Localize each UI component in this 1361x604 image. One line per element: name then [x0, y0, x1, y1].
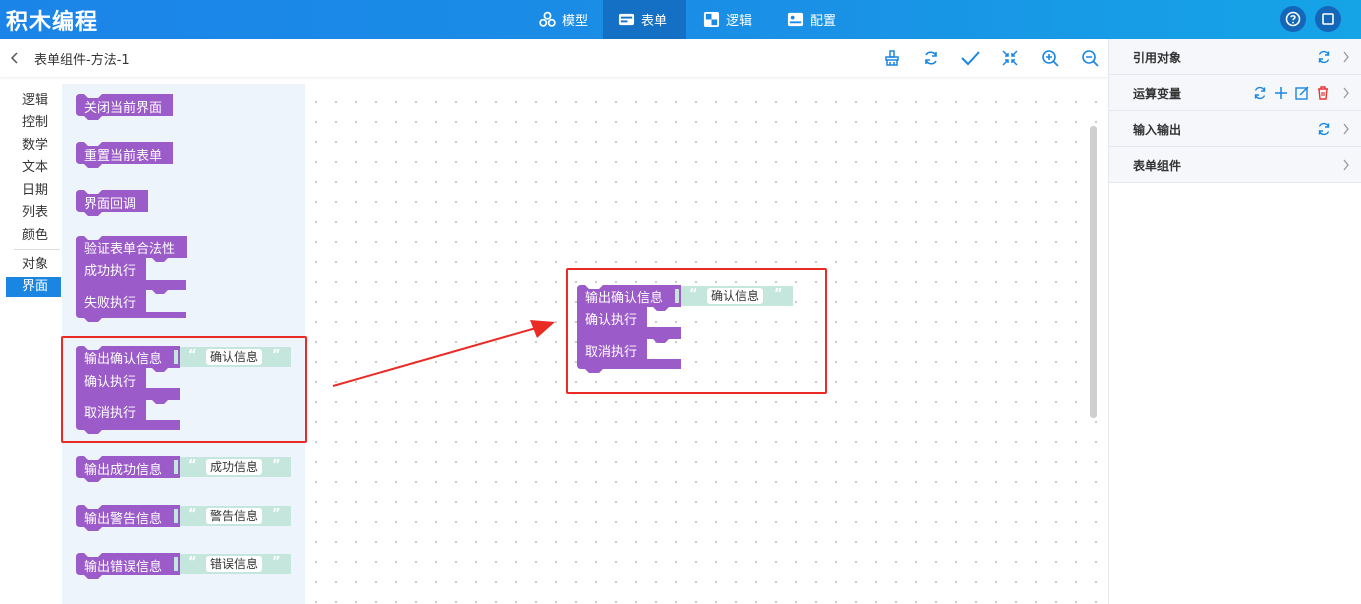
fullscreen-icon: [1322, 13, 1334, 25]
quote-close-icon: ”: [272, 507, 281, 522]
add-icon[interactable]: [1273, 85, 1289, 101]
panel-section-input-output[interactable]: 输入输出: [1109, 111, 1361, 147]
block-title: 输出警告信息: [84, 512, 163, 527]
chevron-right-icon: [1343, 159, 1349, 171]
center-icon[interactable]: [1000, 48, 1020, 68]
nav-tab-logic[interactable]: 逻辑: [688, 0, 767, 39]
block-input-label: 成功执行: [84, 264, 137, 279]
form-icon: [618, 13, 635, 26]
editor-toolbar: 表单组件-方法-1: [0, 39, 1108, 77]
string-value[interactable]: 错误信息: [206, 556, 263, 572]
delete-icon[interactable]: [1315, 85, 1331, 101]
clean-icon[interactable]: [882, 48, 902, 68]
section-label: 输入输出: [1133, 123, 1182, 137]
block-label: 界面回调: [84, 197, 137, 212]
block-title: 验证表单合法性: [84, 242, 176, 257]
value-socket: [174, 557, 178, 571]
refresh-icon[interactable]: [1252, 85, 1268, 101]
category-text[interactable]: 文本: [6, 158, 61, 178]
arrow-icon: [332, 320, 555, 387]
check-icon[interactable]: [960, 48, 980, 68]
refresh-icon[interactable]: [1316, 49, 1332, 65]
category-view[interactable]: 界面: [6, 277, 61, 297]
logic-icon: [703, 11, 720, 28]
section-label: 引用对象: [1133, 51, 1182, 65]
block-input-label: 失败执行: [84, 296, 137, 311]
chevron-right-icon: [1343, 87, 1349, 99]
right-panel: 引用对象 运算变量 输入输出 表单组件: [1108, 39, 1361, 604]
string-literal-block[interactable]: “ 成功信息 ”: [180, 457, 291, 477]
string-value[interactable]: 警告信息: [206, 508, 263, 524]
edit-icon[interactable]: [1294, 85, 1310, 101]
string-literal-block[interactable]: “ 错误信息 ”: [180, 554, 291, 574]
quote-close-icon: ”: [272, 555, 281, 570]
nav-tab-label: 配置: [810, 14, 837, 29]
top-bar: 积木编程 模型 表单 逻辑 配置: [0, 0, 1361, 39]
section-label: 运算变量: [1133, 87, 1182, 101]
block-title: 输出错误信息: [84, 560, 163, 575]
category-object[interactable]: 对象: [6, 255, 61, 275]
breadcrumb: 表单组件-方法-1: [34, 53, 130, 68]
category-list[interactable]: 列表: [6, 203, 61, 223]
quote-open-icon: “: [188, 458, 197, 473]
nav-tab-label: 模型: [562, 14, 589, 29]
value-socket: [174, 460, 178, 474]
quote-open-icon: “: [188, 555, 197, 570]
nav-tab-model[interactable]: 模型: [524, 0, 603, 39]
chevron-right-icon: [1343, 51, 1349, 63]
category-math[interactable]: 数学: [6, 136, 61, 156]
help-button[interactable]: [1280, 6, 1306, 32]
nav-tab-config[interactable]: 配置: [772, 0, 851, 39]
block-label: 重置当前表单: [84, 149, 163, 164]
help-icon: [1285, 11, 1301, 27]
quote-open-icon: “: [188, 507, 197, 522]
fullscreen-button[interactable]: [1315, 6, 1341, 32]
zoom-in-icon[interactable]: [1040, 48, 1060, 68]
nav-tab-label: 表单: [641, 14, 668, 29]
workspace-scrollbar[interactable]: [1090, 126, 1097, 418]
zoom-out-icon[interactable]: [1080, 48, 1100, 68]
category-control[interactable]: 控制: [6, 113, 61, 133]
highlight-box-target: [566, 268, 827, 394]
model-icon: [539, 11, 556, 27]
highlight-box-source: [61, 336, 307, 443]
panel-section-form-components[interactable]: 表单组件: [1109, 147, 1361, 183]
section-label: 表单组件: [1133, 159, 1182, 173]
chevron-right-icon: [1343, 123, 1349, 135]
block-label: 关闭当前界面: [84, 101, 163, 116]
category-toolbox: 逻辑 控制 数学 文本 日期 列表 颜色 对象 界面: [0, 84, 62, 604]
category-separator: [14, 249, 60, 250]
string-literal-block[interactable]: “ 警告信息 ”: [180, 506, 291, 526]
block-title: 输出成功信息: [84, 463, 163, 478]
category-date[interactable]: 日期: [6, 181, 61, 201]
string-value[interactable]: 成功信息: [206, 459, 263, 475]
config-icon: [787, 12, 804, 27]
value-socket: [174, 509, 178, 523]
category-logic[interactable]: 逻辑: [6, 91, 61, 111]
refresh-icon[interactable]: [1316, 121, 1332, 137]
nav-tab-form[interactable]: 表单: [603, 0, 686, 39]
refresh-icon[interactable]: [921, 48, 941, 68]
panel-section-referenced-objects[interactable]: 引用对象: [1109, 39, 1361, 75]
back-icon[interactable]: [10, 51, 20, 65]
category-color[interactable]: 颜色: [6, 226, 61, 246]
app-logo: 积木编程: [6, 10, 99, 35]
quote-close-icon: ”: [272, 458, 281, 473]
nav-tab-label: 逻辑: [726, 14, 753, 29]
panel-section-variables[interactable]: 运算变量: [1109, 75, 1361, 111]
